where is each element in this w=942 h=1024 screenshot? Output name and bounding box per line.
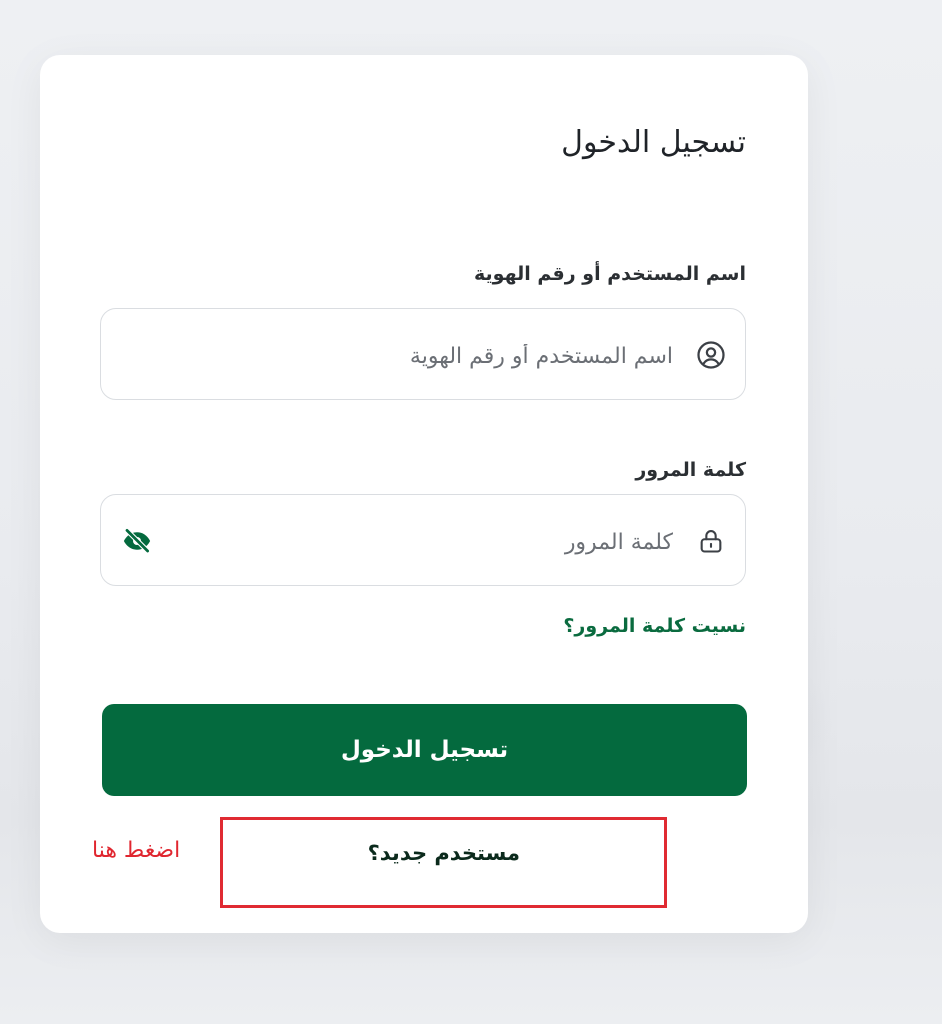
user-circle-icon bbox=[695, 339, 727, 371]
click-here-annotation: اضغط هنا bbox=[92, 838, 181, 863]
lock-icon bbox=[695, 525, 727, 557]
eye-slash-icon[interactable] bbox=[121, 525, 153, 557]
login-card: تسجيل الدخول اسم المستخدم أو رقم الهوية … bbox=[40, 55, 808, 933]
password-field-container bbox=[100, 494, 746, 586]
password-label: كلمة المرور bbox=[635, 459, 746, 481]
page-title: تسجيل الدخول bbox=[561, 125, 746, 160]
username-input[interactable] bbox=[125, 333, 675, 379]
new-user-link[interactable]: مستخدم جديد؟ bbox=[368, 841, 520, 866]
username-field-container bbox=[100, 308, 746, 400]
forgot-password-link[interactable]: نسيت كلمة المرور؟ bbox=[563, 615, 746, 638]
username-label: اسم المستخدم أو رقم الهوية bbox=[474, 263, 746, 285]
login-button[interactable]: تسجيل الدخول bbox=[102, 704, 747, 796]
password-input[interactable] bbox=[201, 519, 675, 565]
